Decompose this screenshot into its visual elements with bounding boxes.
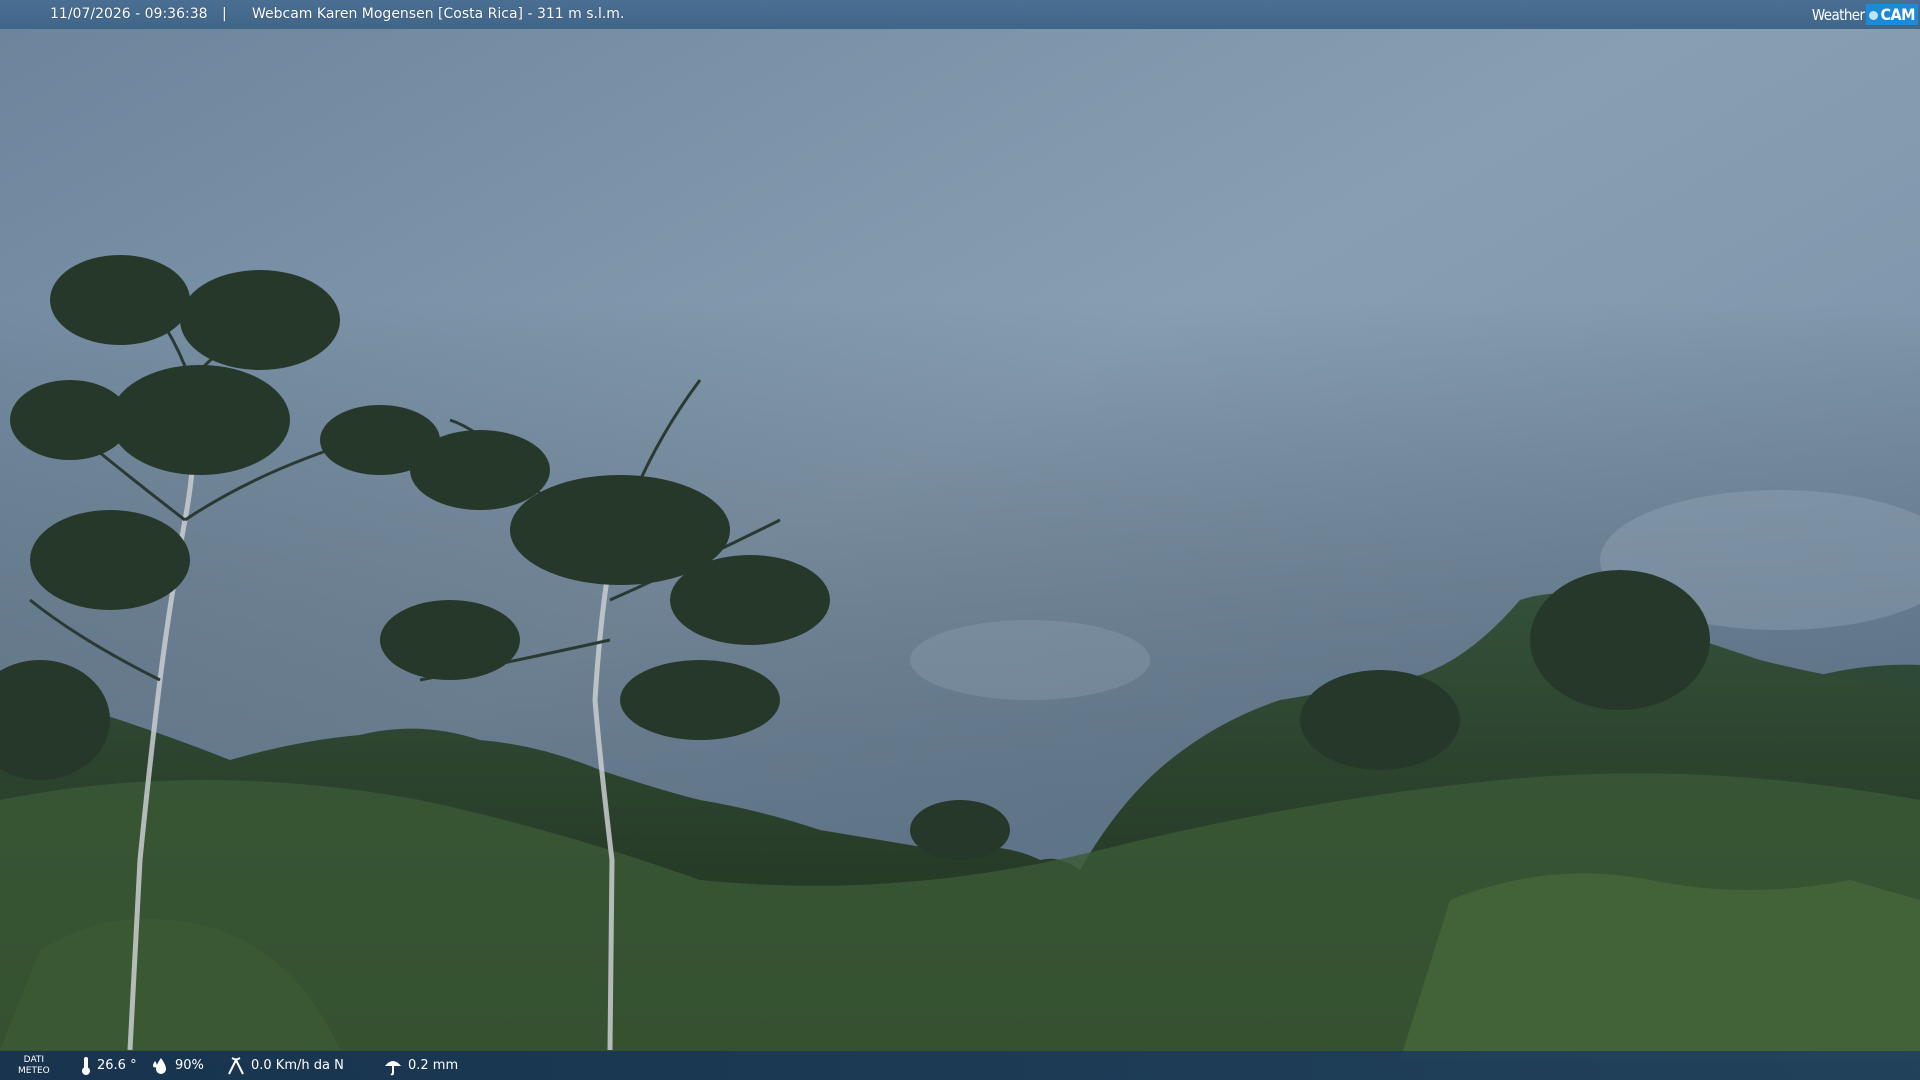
timestamp: 11/07/2026 - 09:36:38 (50, 6, 208, 22)
weathercam-logo[interactable]: Weather CAM (1812, 2, 1918, 27)
humidity-value: 90% (175, 1058, 204, 1073)
weather-data-label: DATI METEO (18, 1055, 50, 1077)
rain-reading: 0.2 mm (383, 1051, 458, 1080)
temperature-reading: 26.6 ° (80, 1051, 137, 1080)
rain-umbrella-icon (385, 1060, 401, 1075)
separator: | (222, 6, 227, 22)
top-info-bar: 11/07/2026 - 09:36:38 | Webcam Karen Mog… (0, 0, 1920, 29)
humidity-icon (153, 1057, 166, 1074)
humidity-reading: 90% (152, 1051, 204, 1080)
webcam-image (0, 0, 1920, 1080)
webcam-title: Webcam Karen Mogensen [Costa Rica] - 311… (252, 6, 625, 22)
temperature-value: 26.6 ° (97, 1058, 137, 1073)
wind-value: 0.0 Km/h da N (251, 1058, 344, 1073)
logo-text-cam: CAM (1866, 4, 1918, 25)
weather-label-line1: DATI (23, 1055, 45, 1065)
wind-icon (228, 1056, 244, 1074)
logo-text-weather: Weather (1811, 5, 1865, 24)
wind-reading: 0.0 Km/h da N (226, 1051, 344, 1080)
weather-data-bar: DATI METEO 26.6 ° 90% 0.0 Km/h da N 0.2 … (0, 1051, 1920, 1080)
weather-label-line2: METEO (18, 1066, 50, 1076)
rain-value: 0.2 mm (408, 1058, 459, 1073)
logo-cam-label: CAM (1880, 5, 1915, 24)
thermometer-icon (82, 1056, 90, 1075)
logo-dot-icon (1869, 11, 1879, 20)
